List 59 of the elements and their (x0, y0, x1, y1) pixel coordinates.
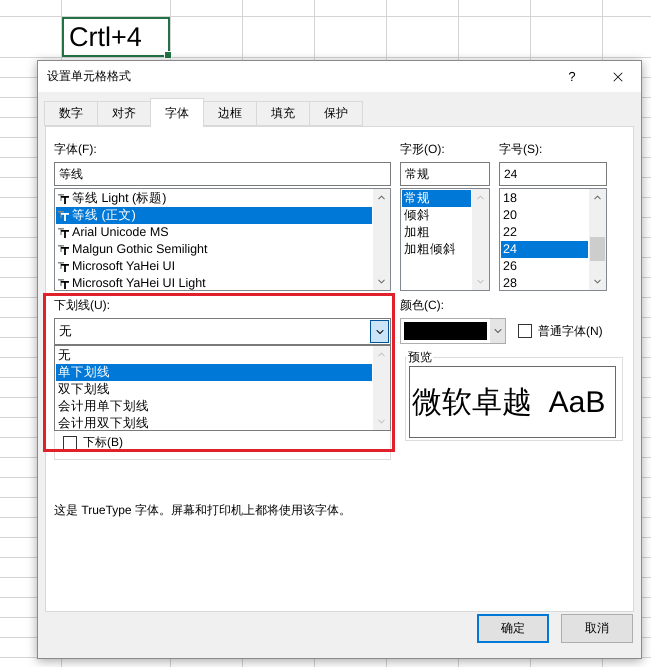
size-field[interactable]: 24 (499, 162, 607, 186)
list-item[interactable]: 倾斜 (402, 207, 471, 224)
font-type-icon (58, 210, 69, 221)
list-item[interactable]: 加粗 (402, 224, 471, 241)
dropdown-option[interactable]: 会计用双下划线 (56, 415, 372, 432)
dialog-title: 设置单元格格式 (47, 68, 132, 85)
list-item[interactable]: Microsoft YaHei UI Light (56, 275, 372, 292)
tab[interactable]: 保护 (309, 101, 363, 126)
font-type-icon (58, 193, 69, 204)
group-label: 预览 (407, 349, 433, 366)
tab[interactable]: 数字 (44, 101, 98, 126)
dropdown-option[interactable]: 会计用单下划线 (56, 398, 372, 415)
fill-handle[interactable] (164, 51, 172, 59)
tab[interactable]: 字体 (150, 98, 204, 127)
tab[interactable]: 对齐 (97, 101, 151, 126)
style-field[interactable]: 常规 (400, 162, 490, 186)
dropdown-option[interactable]: 无 (56, 347, 372, 364)
font-type-icon (58, 261, 69, 272)
list-item[interactable]: 20 (501, 207, 588, 224)
list-item[interactable]: 加粗倾斜 (402, 241, 471, 258)
dialog-button[interactable]: 取消 (561, 614, 633, 643)
font-field[interactable]: 等线 (54, 162, 391, 186)
tab[interactable]: 边框 (203, 101, 257, 126)
field-label: 字号(S): (499, 141, 544, 157)
field-label: 颜色(C): (400, 297, 445, 313)
list-box[interactable]: 18 20 22 24 26 28 (499, 188, 607, 291)
list-item[interactable]: 24 (501, 241, 588, 258)
underline-select[interactable]: 无 (54, 318, 391, 345)
list-item[interactable]: 等线 Light (标题) (56, 190, 372, 207)
active-cell[interactable]: Crtl+4 (62, 17, 170, 57)
font-type-icon (58, 244, 69, 255)
dropdown-option[interactable]: 双下划线 (56, 381, 372, 398)
list-item[interactable]: 等线 (正文) (56, 207, 372, 224)
checkbox[interactable]: 下标(B) (63, 434, 390, 451)
list-item[interactable]: 常规 (402, 190, 471, 207)
font-type-icon (58, 227, 69, 238)
list-item[interactable]: Microsoft YaHei UI (56, 258, 372, 275)
field-label: 下划线(U): (54, 297, 111, 313)
help-button[interactable]: ? (549, 61, 595, 92)
dropdown-option[interactable]: 单下划线 (56, 364, 372, 381)
font-type-icon (58, 278, 69, 289)
font-note: 这是 TrueType 字体。屏幕和打印机上都将使用该字体。 (54, 502, 352, 519)
list-item[interactable]: 22 (501, 224, 588, 241)
checkbox[interactable]: 普通字体(N) (518, 322, 603, 340)
list-item[interactable]: 26 (501, 258, 588, 275)
list-box[interactable]: 常规 倾斜 加粗 加粗倾斜 (400, 188, 490, 291)
scrollbar-thumb[interactable] (590, 237, 605, 261)
list-box[interactable]: 等线 Light (标题) 等线 (正文) Arial Unicode MS Malgun Gothic Semilight Microsoft YaHei UI Microsoft YaHei UI Light (54, 188, 391, 291)
list-item[interactable]: Malgun Gothic Semilight (56, 241, 372, 258)
color-select[interactable] (400, 318, 506, 344)
field-label: 字体(F): (54, 141, 98, 157)
list-item[interactable]: 28 (501, 275, 588, 292)
list-item[interactable]: 18 (501, 190, 588, 207)
list-item[interactable]: Arial Unicode MS (56, 224, 372, 241)
dialog-button[interactable]: 确定 (477, 614, 549, 643)
field-label: 字形(O): (400, 141, 446, 157)
tab[interactable]: 填充 (256, 101, 310, 126)
dropdown-icon[interactable] (370, 320, 389, 343)
preview-sample: 微软卓越 AaB (411, 384, 606, 420)
